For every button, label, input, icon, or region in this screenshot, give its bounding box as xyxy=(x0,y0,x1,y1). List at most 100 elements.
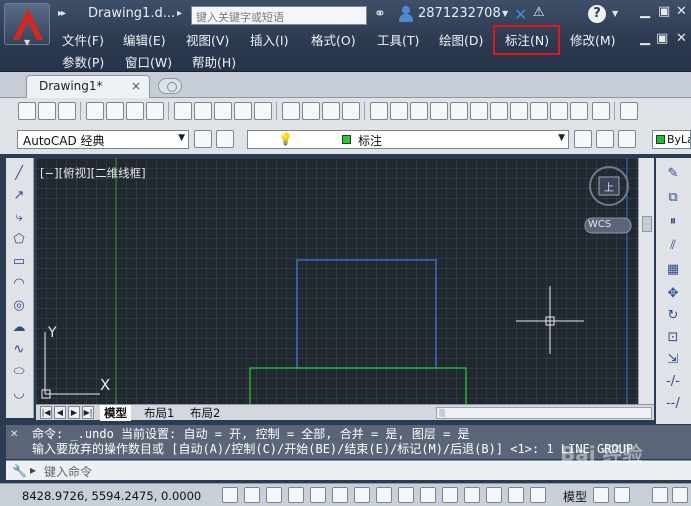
lineweight-icon[interactable] xyxy=(442,487,458,503)
cut-icon[interactable] xyxy=(174,102,192,120)
ellipse-arc-icon[interactable]: ◡ xyxy=(10,386,28,402)
menu-draw[interactable]: 绘图(D) xyxy=(439,30,483,48)
quickcalc-icon[interactable] xyxy=(550,102,568,120)
zoom-realtime-icon[interactable] xyxy=(390,102,408,120)
color-control-select[interactable]: ByLa xyxy=(652,130,691,149)
workspace-switching-icon[interactable] xyxy=(652,487,668,503)
layer-properties-icon[interactable] xyxy=(574,130,592,148)
3d-print-icon[interactable] xyxy=(146,102,164,120)
user-id[interactable]: 2871232708 xyxy=(418,6,501,21)
text-style-icon[interactable] xyxy=(620,102,638,120)
doc-minimize-icon[interactable]: ▁ xyxy=(640,31,650,46)
rectangle-icon[interactable]: ▭ xyxy=(10,254,28,270)
annotation-scale-icon[interactable] xyxy=(614,487,630,503)
array-icon[interactable]: ▦ xyxy=(664,262,682,278)
tab-layout1[interactable]: 布局1 xyxy=(140,405,178,421)
plot-icon[interactable] xyxy=(86,102,104,120)
new-icon[interactable] xyxy=(18,102,36,120)
menu-insert[interactable]: 插入(I) xyxy=(250,30,288,48)
close-icon[interactable]: × xyxy=(131,79,141,93)
redo-dropdown-icon[interactable] xyxy=(342,102,360,120)
model-space-toggle[interactable]: 模型 xyxy=(563,488,587,505)
match-properties-icon[interactable] xyxy=(234,102,252,120)
line-icon[interactable]: ╱ xyxy=(10,166,28,182)
selection-cycling-icon[interactable] xyxy=(508,487,524,503)
vertical-scrollbar[interactable] xyxy=(638,158,654,404)
tab-model[interactable]: 模型 xyxy=(100,405,131,421)
doc-restore-icon[interactable]: ▣ xyxy=(656,31,668,46)
mirror-icon[interactable]: ⏸ xyxy=(664,214,682,230)
menu-file[interactable]: 文件(F) xyxy=(62,30,104,48)
arc-icon[interactable]: ◠ xyxy=(10,276,28,292)
transparency-icon[interactable] xyxy=(464,487,480,503)
close-command-icon[interactable]: ✕ xyxy=(10,429,18,440)
menu-help[interactable]: 帮助(H) xyxy=(192,52,236,70)
wcs-menu[interactable]: WCS xyxy=(588,219,611,230)
make-current-layer-icon[interactable] xyxy=(596,130,614,148)
polar-tracking-icon[interactable] xyxy=(310,487,326,503)
move-icon[interactable]: ✥ xyxy=(664,286,682,302)
infer-constraints-icon[interactable] xyxy=(222,487,238,503)
copy-object-icon[interactable]: ⧉ xyxy=(664,190,682,206)
new-tab-button[interactable] xyxy=(158,78,182,94)
quick-view-layouts-icon[interactable] xyxy=(593,487,609,503)
title-expand-icon[interactable]: ▸ xyxy=(177,8,182,19)
exchange-apps-icon[interactable]: ✕ xyxy=(514,5,527,24)
layer-previous-icon[interactable] xyxy=(618,130,636,148)
ortho-mode-icon[interactable] xyxy=(288,487,304,503)
application-menu-button[interactable]: ▼ xyxy=(4,3,50,47)
minimize-icon[interactable]: ▁ xyxy=(640,4,650,19)
tab-drawing1[interactable]: Drawing1* × xyxy=(26,75,150,98)
calculator-icon[interactable] xyxy=(570,102,588,120)
menu-window[interactable]: 窗口(W) xyxy=(125,52,172,70)
menu-view[interactable]: 视图(V) xyxy=(186,30,229,48)
help-icon[interactable] xyxy=(592,102,610,120)
cursor-coordinates[interactable]: 8428.9726, 5594.2475, 0.0000 xyxy=(22,489,201,503)
pan-icon[interactable] xyxy=(370,102,388,120)
tab-layout2[interactable]: 布局2 xyxy=(186,405,224,421)
menu-modify[interactable]: 修改(M) xyxy=(570,30,616,48)
spline-icon[interactable]: ∿ xyxy=(10,342,28,358)
menu-edit[interactable]: 编辑(E) xyxy=(123,30,166,48)
help-search-input[interactable]: 键入关键字或短语 xyxy=(191,6,367,25)
doc-close-icon[interactable]: ✕ xyxy=(676,31,687,46)
prev-layout-icon[interactable]: ◀ xyxy=(54,406,66,419)
next-layout-icon[interactable]: ▶ xyxy=(68,406,80,419)
construction-line-icon[interactable]: ↗ xyxy=(10,188,28,204)
zoom-window-icon[interactable] xyxy=(410,102,428,120)
first-layout-icon[interactable]: |◀ xyxy=(40,406,52,419)
object-snap-icon[interactable] xyxy=(332,487,348,503)
horizontal-scrollbar[interactable] xyxy=(436,407,652,419)
rotate-icon[interactable]: ↻ xyxy=(664,308,682,324)
restore-icon[interactable]: ▣ xyxy=(658,4,670,19)
close-icon[interactable]: ✕ xyxy=(676,4,687,19)
recent-commands-icon[interactable]: ▸ xyxy=(30,463,36,477)
viewcube-face-label[interactable]: 上 xyxy=(604,179,614,194)
workspace-select[interactable]: AutoCAD 经典 ▼ xyxy=(17,130,189,149)
drawing-canvas[interactable]: 上 WCS Y X xyxy=(36,158,638,404)
circle-icon[interactable]: ◎ xyxy=(10,298,28,314)
polyline-icon[interactable]: ⤷ xyxy=(10,210,28,226)
offset-icon[interactable]: ⫽ xyxy=(664,238,682,254)
last-layout-icon[interactable]: ▶| xyxy=(82,406,94,419)
workspace-settings-icon[interactable] xyxy=(194,130,212,148)
plot-preview-icon[interactable] xyxy=(106,102,124,120)
binoculars-icon[interactable]: ⚭ xyxy=(374,6,386,22)
dynamic-input-icon[interactable] xyxy=(420,487,436,503)
extend-icon[interactable]: --/ xyxy=(664,396,682,412)
stretch-icon[interactable]: ⇲ xyxy=(664,352,682,368)
layer-select[interactable]: 💡 标注 ▼ xyxy=(247,130,569,149)
copy-icon[interactable] xyxy=(194,102,212,120)
object-snap-tracking-icon[interactable] xyxy=(376,487,392,503)
customize-command-icon[interactable]: 🔧 xyxy=(12,464,27,478)
publish-icon[interactable] xyxy=(126,102,144,120)
paste-icon[interactable] xyxy=(214,102,232,120)
polygon-icon[interactable]: ⬠ xyxy=(10,232,28,248)
redo-icon[interactable] xyxy=(322,102,340,120)
help-icon[interactable]: ? xyxy=(588,5,606,23)
command-input[interactable]: 键入命令 xyxy=(44,463,92,480)
grid-display-icon[interactable] xyxy=(266,487,282,503)
user-icon[interactable] xyxy=(398,5,414,23)
design-center-icon[interactable] xyxy=(470,102,488,120)
customize-icon[interactable] xyxy=(216,130,234,148)
